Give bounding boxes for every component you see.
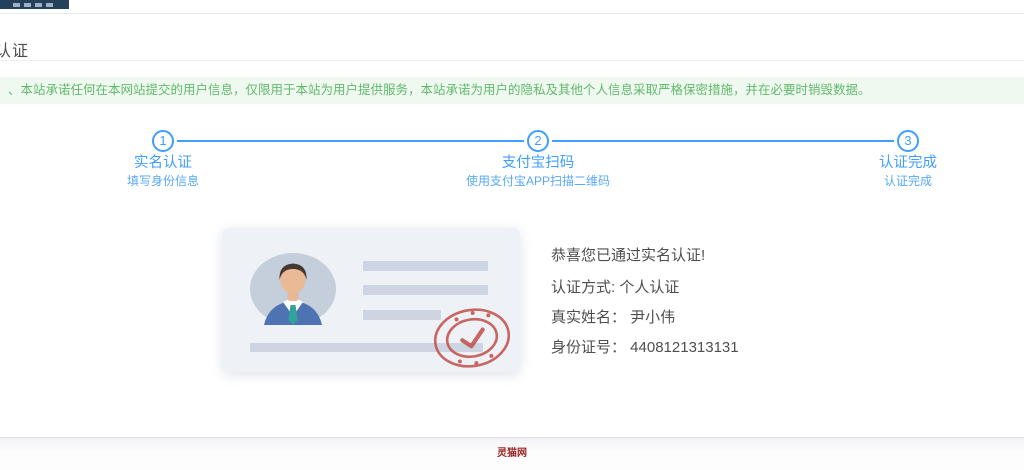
step-1-indicator: 1: [152, 130, 174, 152]
auth-method-value: 个人认证: [619, 279, 679, 296]
step-1-title: 实名认证: [134, 151, 192, 172]
id-number-label: 身份证号：: [551, 339, 630, 356]
footer-logo[interactable]: 灵猫网: [497, 444, 527, 459]
top-nav-tab[interactable]: [0, 0, 69, 9]
step-3-subtitle: 认证完成: [884, 172, 932, 189]
id-card-illustration: [222, 228, 520, 372]
id-number-value: 4408121313131: [630, 339, 738, 356]
congrats-message: 恭喜您已通过实名认证!: [551, 244, 705, 265]
step-1-subtitle: 填写身份信息: [127, 172, 199, 189]
top-divider: [0, 13, 1024, 14]
step-2-indicator: 2: [527, 130, 549, 152]
privacy-notice: 、本站承诺任何在本网站提交的用户信息，仅限用于本站为用户提供服务，本站承诺为用户…: [0, 77, 1024, 104]
id-number-line: 身份证号： 4408121313131: [551, 336, 739, 357]
real-name-value: 尹小伟: [630, 309, 675, 326]
step-3-title: 认证完成: [879, 151, 937, 172]
card-text-placeholder-1: [363, 261, 488, 271]
real-name-line: 真实姓名： 尹小伟: [551, 306, 675, 327]
verified-seal-icon: [430, 305, 514, 371]
real-name-label: 真实姓名：: [551, 309, 630, 326]
heading-divider: [0, 60, 1024, 61]
card-text-placeholder-2: [363, 285, 488, 295]
step-3-indicator: 3: [897, 130, 919, 152]
auth-method-line: 认证方式: 个人认证: [551, 276, 679, 297]
avatar-portrait-icon: [250, 253, 336, 325]
page-title: 认证: [0, 37, 29, 61]
step-2-title: 支付宝扫码: [502, 151, 575, 172]
step-connector-1: [177, 140, 524, 142]
step-connector-2: [552, 140, 894, 142]
step-2-subtitle: 使用支付宝APP扫描二维码: [466, 172, 610, 189]
auth-method-label: 认证方式:: [551, 279, 619, 296]
clipped-tab-text: [13, 3, 57, 7]
